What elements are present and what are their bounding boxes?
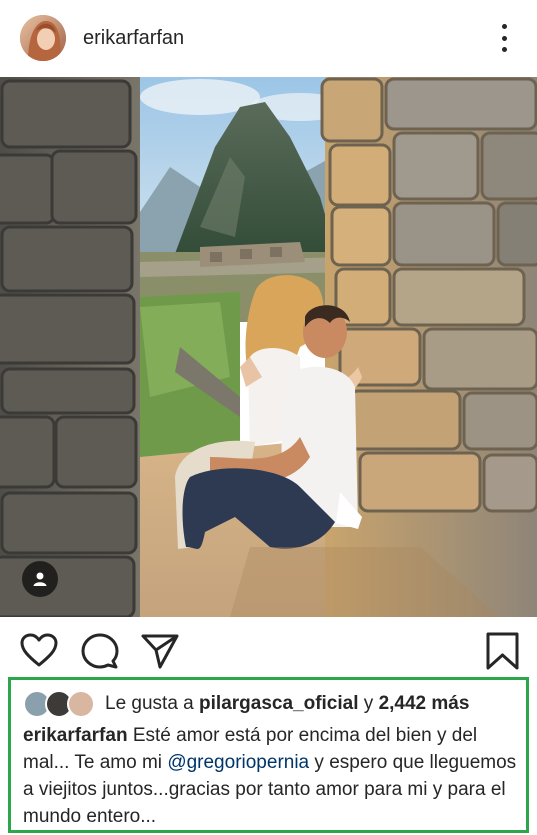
post-header: erikarfarfan (0, 0, 537, 77)
bookmark-icon[interactable] (484, 631, 524, 671)
post-image[interactable] (0, 77, 537, 617)
machu-picchu-photo (0, 77, 537, 617)
user-tag-icon[interactable] (22, 561, 58, 597)
comment-icon[interactable] (80, 631, 120, 671)
highlighted-caption-area: Le gusta a pilargasca_oficial y 2,442 má… (8, 677, 529, 833)
send-icon[interactable] (140, 631, 180, 671)
post-caption: erikarfarfan Esté amor está por encima d… (23, 722, 528, 830)
avatar[interactable] (20, 15, 66, 61)
caption-author[interactable]: erikarfarfan (23, 725, 128, 746)
avatar-image (20, 15, 66, 61)
liker-avatars (23, 690, 95, 718)
likes-connector: y (363, 693, 374, 714)
caption-mention[interactable]: @gregoriopernia (167, 752, 309, 773)
likes-prefix: Le gusta a (105, 693, 194, 714)
post-username[interactable]: erikarfarfan (83, 27, 184, 50)
liker-avatar (67, 690, 95, 718)
more-vertical-icon[interactable] (493, 24, 515, 52)
likes-count[interactable]: 2,442 más (379, 693, 470, 715)
post-actions (0, 617, 537, 677)
liker-username[interactable]: pilargasca_oficial (199, 693, 358, 715)
heart-icon[interactable] (19, 631, 59, 671)
likes-summary[interactable]: Le gusta a pilargasca_oficial y 2,442 má… (23, 690, 469, 718)
